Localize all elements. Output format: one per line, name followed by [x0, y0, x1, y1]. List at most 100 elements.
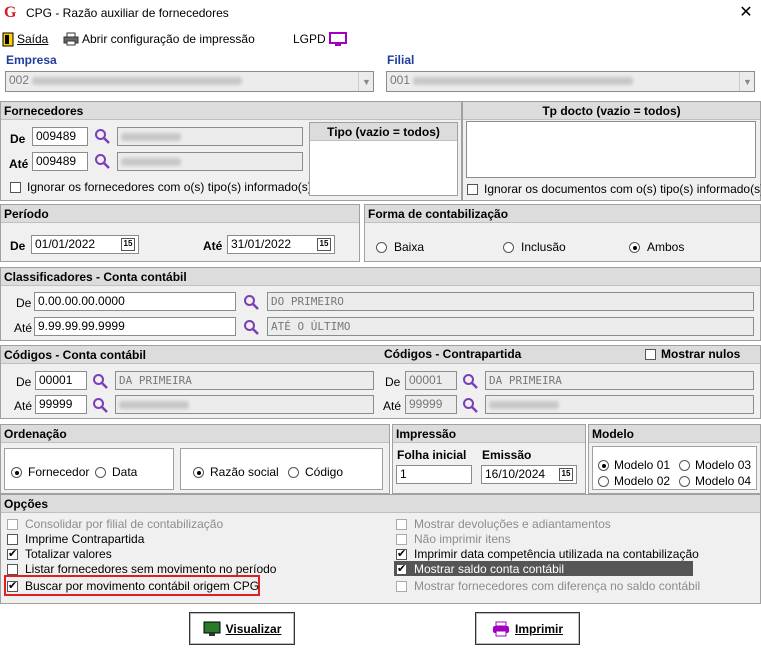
checkbox-icon	[396, 533, 407, 545]
opt-listar-label: Listar fornecedores sem movimento no per…	[25, 562, 277, 576]
search-icon[interactable]	[92, 397, 108, 413]
tpdocto-list[interactable]	[466, 121, 756, 178]
cc-ate-input[interactable]: 99999	[35, 395, 87, 414]
opt-contrapartida-checkbox[interactable]: Imprime Contrapartida	[7, 532, 144, 546]
empresa-dropdown-icon[interactable]: ▼	[358, 72, 374, 91]
checkbox-icon	[7, 547, 18, 560]
forn-ate-desc	[117, 152, 303, 171]
checkbox-icon	[396, 562, 407, 575]
forma-baixa-radio[interactable]: Baixa	[376, 240, 424, 254]
exit-label: Saída	[17, 32, 49, 46]
cc-de-label: De	[16, 375, 32, 389]
tipo-list[interactable]: Tipo (vazio = todos)	[309, 122, 458, 196]
imprimir-label: Imprimir	[514, 621, 563, 636]
opt-diferenca-label: Mostrar fornecedores com diferença no sa…	[414, 579, 701, 593]
codigos-contra-title: Códigos - Contrapartida	[384, 347, 522, 361]
ordenacao-title: Ordenação	[1, 425, 389, 443]
search-icon[interactable]	[243, 294, 259, 310]
cp-de-input[interactable]: 00001	[405, 371, 457, 390]
modelo-01-radio[interactable]: Modelo 01	[598, 458, 670, 472]
radio-icon	[11, 466, 22, 478]
opt-devolucoes-checkbox[interactable]: Mostrar devoluções e adiantamentos	[396, 517, 611, 531]
search-icon[interactable]	[94, 128, 110, 144]
printer-icon	[63, 32, 79, 46]
class-de-desc: DO PRIMEIRO	[267, 292, 754, 311]
opt-data-competencia-checkbox[interactable]: Imprimir data competência utilizada na c…	[396, 547, 699, 561]
checkbox-icon	[645, 348, 656, 360]
modelo-04-label: Modelo 04	[695, 474, 752, 488]
search-icon[interactable]	[243, 319, 259, 335]
checkbox-icon	[396, 580, 407, 592]
forn-ignore-label: Ignorar os fornecedores com o(s) tipo(s)…	[27, 180, 312, 194]
class-ate-input[interactable]: 9.99.99.99.9999	[34, 317, 236, 336]
printer-icon	[492, 621, 509, 636]
lgpd-button[interactable]: LGPD	[293, 31, 347, 47]
radio-icon	[503, 241, 514, 253]
opt-devolucoes-label: Mostrar devoluções e adiantamentos	[414, 517, 611, 531]
cc-de-desc: DA PRIMEIRA	[115, 371, 374, 390]
ord-razao-radio[interactable]: Razão social	[193, 465, 279, 479]
checkbox-icon	[467, 183, 478, 195]
calendar-icon[interactable]: 15	[317, 238, 331, 251]
forn-ignore-checkbox[interactable]: Ignorar os fornecedores com o(s) tipo(s)…	[10, 180, 312, 194]
forn-de-label: De	[10, 132, 26, 146]
filial-select[interactable]: 001	[386, 71, 755, 92]
opt-listar-checkbox[interactable]: Listar fornecedores sem movimento no per…	[7, 562, 276, 576]
imprimir-button[interactable]: Imprimir	[475, 612, 580, 645]
opt-nao-imprimir-checkbox[interactable]: Não imprimir itens	[396, 532, 511, 546]
close-icon[interactable]: ✕	[736, 2, 756, 24]
print-config-label: Abrir configuração de impressão	[82, 32, 255, 46]
exit-door-icon	[2, 32, 14, 46]
modelo-02-radio[interactable]: Modelo 02	[598, 474, 670, 488]
search-icon[interactable]	[94, 153, 110, 169]
radio-icon	[288, 466, 299, 478]
forma-baixa-label: Baixa	[394, 240, 425, 254]
checkbox-icon	[7, 579, 18, 592]
ord-codigo-radio[interactable]: Código	[288, 465, 343, 479]
empresa-select[interactable]: 002	[5, 71, 374, 92]
opt-saldo-checkbox[interactable]: Mostrar saldo conta contábil	[396, 562, 564, 576]
ord-razao-label: Razão social	[210, 465, 279, 479]
forma-inclusao-radio[interactable]: Inclusão	[503, 240, 566, 254]
modelo-03-radio[interactable]: Modelo 03	[679, 458, 751, 472]
exit-button[interactable]: Saída	[2, 31, 48, 47]
class-de-input[interactable]: 0.00.00.00.0000	[34, 292, 236, 311]
opt-buscar-label: Buscar por movimento contábil origem CPG	[25, 579, 260, 593]
opt-totalizar-checkbox[interactable]: Totalizar valores	[7, 547, 112, 561]
opt-diferenca-checkbox[interactable]: Mostrar fornecedores com diferença no sa…	[396, 579, 700, 593]
tpdocto-ignore-checkbox[interactable]: Ignorar os documentos com o(s) tipo(s) i…	[467, 182, 761, 196]
ord-fornecedor-radio[interactable]: Fornecedor	[11, 465, 89, 479]
opt-consolidar-checkbox[interactable]: Consolidar por filial de contabilização	[7, 517, 223, 531]
ord-codigo-label: Código	[305, 465, 344, 479]
ord-data-radio[interactable]: Data	[95, 465, 137, 479]
opt-buscar-checkbox[interactable]: Buscar por movimento contábil origem CPG	[7, 579, 259, 593]
mostrar-nulos-checkbox[interactable]: Mostrar nulos	[645, 347, 740, 361]
forn-ate-input[interactable]: 009489	[32, 152, 88, 171]
opt-saldo-label: Mostrar saldo conta contábil	[414, 562, 565, 576]
checkbox-icon	[7, 518, 18, 530]
forma-ambos-label: Ambos	[647, 240, 685, 254]
search-icon[interactable]	[92, 373, 108, 389]
search-icon[interactable]	[462, 397, 478, 413]
folha-input[interactable]: 1	[396, 465, 472, 484]
periodo-ate-value: 31/01/2022	[231, 237, 292, 251]
calendar-icon[interactable]: 15	[121, 238, 135, 251]
opt-data-competencia-label: Imprimir data competência utilizada na c…	[414, 547, 699, 561]
filial-value: 001	[390, 73, 411, 87]
filial-label: Filial	[387, 53, 415, 67]
toolbar: Saída Abrir configuração de impressão LG…	[0, 28, 761, 50]
forn-de-input[interactable]: 009489	[32, 127, 88, 146]
calendar-icon[interactable]: 15	[559, 468, 573, 481]
filial-dropdown-icon[interactable]: ▼	[739, 72, 755, 91]
modelo-04-radio[interactable]: Modelo 04	[679, 474, 751, 488]
cc-de-input[interactable]: 00001	[35, 371, 87, 390]
codigos-conta-title: Códigos - Conta contábil	[4, 348, 146, 362]
folha-label: Folha inicial	[397, 448, 467, 462]
search-icon[interactable]	[462, 373, 478, 389]
visualizar-button[interactable]: Visualizar	[189, 612, 295, 645]
forma-ambos-radio[interactable]: Ambos	[629, 240, 684, 254]
print-config-button[interactable]: Abrir configuração de impressão	[63, 31, 255, 47]
cp-ate-input[interactable]: 99999	[405, 395, 457, 414]
radio-icon	[679, 459, 690, 471]
cp-de-desc: DA PRIMEIRA	[485, 371, 754, 390]
